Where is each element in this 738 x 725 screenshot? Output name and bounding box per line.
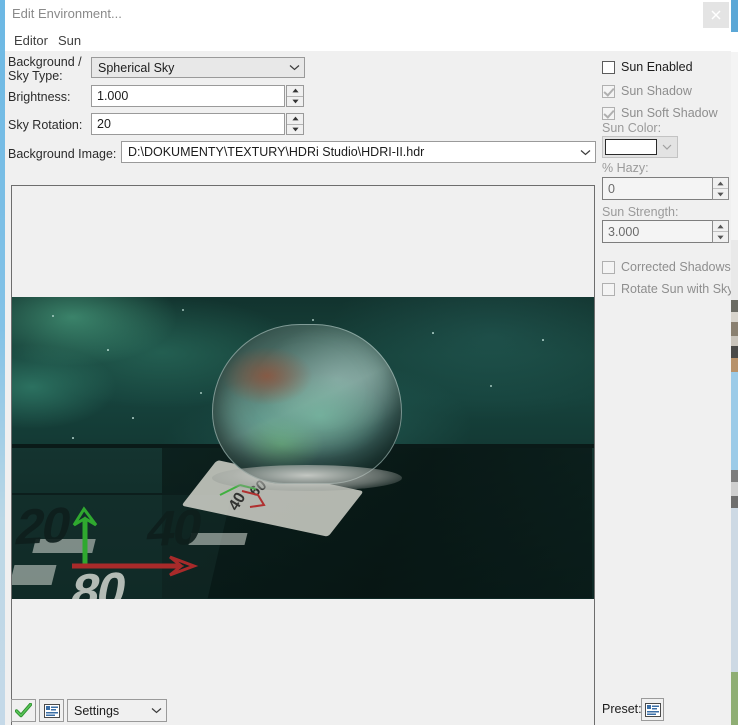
checkbox-sun-enabled[interactable]: Sun Enabled bbox=[602, 60, 693, 74]
application-root: Edit Environment... Editor Sun Backgroun… bbox=[0, 0, 738, 725]
sun-color-swatch bbox=[605, 139, 657, 155]
sky-type-label-line1: Background / bbox=[8, 55, 82, 69]
triangle-down-icon[interactable] bbox=[713, 189, 728, 199]
sky-type-label: Background / Sky Type: bbox=[8, 55, 82, 83]
apply-button[interactable] bbox=[11, 699, 36, 722]
background-image-value: D:\DOKUMENTY\TEXTURY\HDRi Studio\HDRI-II… bbox=[128, 145, 425, 159]
checkbox-label: Sun Enabled bbox=[621, 60, 693, 74]
sun-color-label: Sun Color: bbox=[602, 121, 662, 135]
triangle-up-icon[interactable] bbox=[713, 178, 728, 189]
environment-preview[interactable]: 20 40 80 60 40 60 80 bbox=[11, 185, 595, 725]
checkbox-label: Rotate Sun with Sky bbox=[621, 282, 731, 296]
reflective-sphere bbox=[212, 324, 402, 484]
background-window-sliver bbox=[730, 0, 738, 725]
preset-label: Preset: bbox=[602, 702, 642, 716]
triangle-up-icon[interactable] bbox=[713, 221, 728, 232]
checkbox-box bbox=[602, 260, 615, 274]
triangle-down-icon[interactable] bbox=[713, 232, 728, 242]
menu-bar: Editor Sun bbox=[5, 30, 731, 51]
list-icon bbox=[644, 702, 661, 717]
checkbox-rotate-sun-with-sky[interactable]: Rotate Sun with Sky bbox=[602, 282, 731, 296]
sun-strength-input[interactable]: 3.000 bbox=[602, 220, 713, 243]
checkbox-corrected-shadows[interactable]: Corrected Shadows bbox=[602, 260, 731, 274]
checkbox-label: Sun Shadow bbox=[621, 84, 692, 98]
hazy-input[interactable]: 0 bbox=[602, 177, 713, 200]
background-image-combobox[interactable]: D:\DOKUMENTY\TEXTURY\HDRi Studio\HDRI-II… bbox=[121, 141, 596, 163]
sun-settings-panel: Sun Enabled Sun Shadow Sun Soft Shadow S… bbox=[598, 51, 731, 725]
checkbox-label: Sun Soft Shadow bbox=[621, 106, 718, 120]
preview-render-image[interactable]: 20 40 80 60 40 60 80 bbox=[12, 297, 594, 599]
list-button[interactable] bbox=[39, 699, 64, 722]
chevron-down-icon bbox=[657, 144, 677, 150]
sky-rotation-label: Sky Rotation: bbox=[8, 118, 83, 132]
close-icon bbox=[711, 10, 721, 20]
checkbox-box bbox=[602, 106, 615, 120]
hazy-label: % Hazy: bbox=[602, 161, 649, 175]
triangle-down-icon[interactable] bbox=[287, 96, 303, 106]
checkbox-label: Corrected Shadows bbox=[621, 260, 731, 274]
preset-button[interactable] bbox=[641, 698, 664, 721]
brightness-stepper[interactable] bbox=[286, 85, 304, 107]
checkbox-box bbox=[602, 60, 615, 74]
hazy-stepper[interactable] bbox=[712, 177, 729, 200]
chevron-down-icon bbox=[284, 64, 304, 71]
edit-environment-dialog: Edit Environment... Editor Sun Backgroun… bbox=[0, 0, 731, 725]
triangle-up-icon[interactable] bbox=[287, 86, 303, 97]
preview-top-filler bbox=[12, 186, 594, 297]
menu-item-editor[interactable]: Editor bbox=[9, 32, 53, 49]
background-image-label: Background Image: bbox=[8, 147, 117, 161]
title-bar: Edit Environment... bbox=[5, 0, 731, 30]
check-icon bbox=[15, 703, 32, 718]
sky-type-label-line2: Sky Type: bbox=[8, 69, 63, 83]
sun-strength-label: Sun Strength: bbox=[602, 205, 679, 219]
checkbox-sun-shadow[interactable]: Sun Shadow bbox=[602, 84, 692, 98]
chevron-down-icon bbox=[575, 149, 595, 156]
brightness-input[interactable]: 1.000 bbox=[91, 85, 285, 107]
menu-item-sun[interactable]: Sun bbox=[53, 32, 86, 49]
sky-rotation-stepper[interactable] bbox=[286, 113, 304, 135]
checkbox-box bbox=[602, 282, 615, 296]
settings-combobox[interactable]: Settings bbox=[67, 699, 167, 722]
brightness-label: Brightness: bbox=[8, 90, 71, 104]
sky-rotation-input[interactable]: 20 bbox=[91, 113, 285, 135]
sun-color-picker[interactable] bbox=[602, 136, 678, 158]
list-icon bbox=[43, 703, 60, 718]
triangle-down-icon[interactable] bbox=[287, 124, 303, 134]
triangle-up-icon[interactable] bbox=[287, 114, 303, 125]
settings-value: Settings bbox=[74, 703, 120, 718]
sky-type-value: Spherical Sky bbox=[98, 60, 175, 75]
sun-strength-stepper[interactable] bbox=[712, 220, 729, 243]
checkbox-box bbox=[602, 84, 615, 98]
sky-type-combobox[interactable]: Spherical Sky bbox=[91, 57, 305, 78]
close-button[interactable] bbox=[703, 2, 729, 28]
chevron-down-icon bbox=[146, 707, 166, 714]
floor-axis-gizmo bbox=[72, 506, 199, 577]
checkbox-sun-soft-shadow[interactable]: Sun Soft Shadow bbox=[602, 106, 718, 120]
window-title: Edit Environment... bbox=[12, 6, 122, 21]
